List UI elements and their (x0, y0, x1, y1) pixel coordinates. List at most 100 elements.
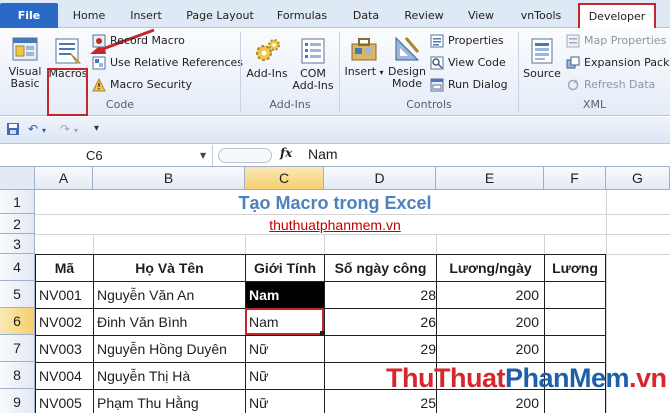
table-cell[interactable]: 29 (325, 336, 436, 362)
tab-developer[interactable]: Developer (578, 3, 656, 29)
table-cell[interactable]: 28 (325, 282, 436, 308)
customize-toolbar-icon[interactable]: ▾ (94, 123, 99, 134)
addins-button[interactable]: Add-Ins (244, 36, 290, 80)
undo-dropdown-icon[interactable]: ▾ (42, 126, 46, 135)
warning-icon (92, 78, 106, 92)
use-relative-references-button[interactable]: Use Relative References (92, 54, 243, 72)
sheet-site-link[interactable]: thuthuatphanmem.vn (35, 216, 635, 234)
fill-handle[interactable] (320, 331, 325, 336)
record-macro-icon (92, 34, 106, 48)
table-cell[interactable]: NV001 (36, 282, 93, 308)
table-header-cell[interactable]: Mã (36, 255, 93, 281)
row-header-7[interactable]: 7 (0, 335, 35, 362)
properties-icon (430, 34, 444, 48)
table-cell[interactable]: 200 (437, 336, 544, 362)
expansion-packs-button[interactable]: Expansion Packs (566, 54, 670, 72)
table-cell[interactable] (545, 336, 605, 362)
redo-dropdown-icon[interactable]: ▾ (74, 126, 78, 135)
tab-insert[interactable]: Insert (122, 5, 170, 28)
properties-button[interactable]: Properties (430, 32, 504, 50)
table-cell[interactable]: Nữ (246, 363, 324, 389)
table-cell[interactable]: Nguyễn Văn An (94, 282, 245, 308)
table-cell[interactable]: 26 (325, 309, 436, 335)
table-cell[interactable] (545, 309, 605, 335)
view-code-button[interactable]: View Code (430, 54, 506, 72)
worksheet-grid[interactable]: A B C D E F G 1 2 3 4 5 6 7 8 9 Tạo Macr… (0, 167, 670, 413)
table-header-cell[interactable]: Giới Tính (246, 255, 324, 281)
tab-view[interactable]: View (460, 5, 502, 28)
row-header-1[interactable]: 1 (0, 190, 35, 214)
tab-page-layout[interactable]: Page Layout (180, 5, 260, 28)
column-header-e[interactable]: E (436, 167, 544, 190)
table-header-cell[interactable]: Lương (545, 255, 605, 281)
macro-security-button[interactable]: Macro Security (92, 76, 192, 94)
name-box[interactable]: C6 ▼ (0, 145, 213, 166)
table-header-cell[interactable]: Lương/ngày (437, 255, 544, 281)
save-icon[interactable] (6, 122, 20, 139)
macro-security-label: Macro Security (110, 78, 192, 91)
com-addins-button[interactable]: COM Add-Ins (292, 36, 334, 92)
table-cell[interactable]: Nguyễn Hồng Duyên (94, 336, 245, 362)
xml-source-icon (531, 38, 553, 64)
table-cell[interactable]: NV003 (36, 336, 93, 362)
use-relative-references-label: Use Relative References (110, 56, 244, 69)
row-header-8[interactable]: 8 (0, 362, 35, 389)
tab-file[interactable]: File (0, 3, 58, 28)
undo-icon[interactable]: ↶ (28, 122, 38, 136)
column-header-b[interactable]: B (93, 167, 245, 190)
addins-label: Add-Ins (246, 67, 288, 80)
table-cell[interactable]: 200 (437, 309, 544, 335)
row-header-4[interactable]: 4 (0, 254, 35, 281)
row-header-5[interactable]: 5 (0, 281, 35, 308)
xml-source-label: Source (523, 67, 561, 80)
column-header-d[interactable]: D (324, 167, 436, 190)
select-all-corner[interactable] (0, 167, 35, 190)
table-cell[interactable]: Nguyễn Thị Hà (94, 363, 245, 389)
table-cell[interactable]: Nữ (246, 390, 324, 413)
sheet-title: Tạo Macro trong Excel (238, 193, 432, 213)
tab-home[interactable]: Home (66, 5, 112, 28)
tab-vntools[interactable]: vnTools (512, 5, 570, 28)
map-properties-button[interactable]: Map Properties (566, 32, 666, 50)
table-header-cell[interactable]: Số ngày công (325, 255, 436, 281)
name-box-dropdown-icon[interactable]: ▼ (200, 145, 206, 166)
insert-control-button[interactable]: Insert ▾ (344, 34, 384, 79)
table-cell[interactable]: NV002 (36, 309, 93, 335)
table-cell[interactable]: Phạm Thu Hằng (94, 390, 245, 413)
column-header-a[interactable]: A (35, 167, 93, 190)
row-header-9[interactable]: 9 (0, 389, 35, 413)
xml-source-button[interactable]: Source (521, 36, 563, 80)
table-header-cell[interactable]: Họ Và Tên (94, 255, 245, 281)
dropdown-arrow-icon: ▾ (379, 68, 384, 77)
ribbon-tab-bar: File Home Insert Page Layout Formulas Da… (0, 0, 670, 29)
map-properties-label: Map Properties (584, 34, 667, 47)
record-macro-button[interactable]: Record Macro (92, 32, 185, 50)
formula-bar-resize-handle[interactable] (218, 148, 272, 163)
map-properties-icon (566, 34, 580, 48)
visual-basic-button[interactable]: Visual Basic (4, 34, 46, 90)
code-group-label: Code (105, 98, 135, 111)
column-header-f[interactable]: F (544, 167, 606, 190)
table-cell[interactable] (545, 282, 605, 308)
tab-data[interactable]: Data (344, 5, 388, 28)
row-header-6[interactable]: 6 (0, 308, 35, 335)
table-cell[interactable]: Nam (246, 282, 324, 308)
design-mode-button[interactable]: Design Mode (386, 34, 428, 90)
insert-function-icon[interactable]: fx (280, 146, 292, 160)
tab-formulas[interactable]: Formulas (270, 5, 334, 28)
gridline (93, 234, 94, 254)
table-cell[interactable]: NV004 (36, 363, 93, 389)
run-dialog-button[interactable]: Run Dialog (430, 76, 508, 94)
formula-input[interactable]: Nam (308, 146, 338, 162)
redo-icon[interactable]: ↷ (60, 122, 70, 136)
tab-review[interactable]: Review (398, 5, 450, 28)
table-cell[interactable]: Đinh Văn Bình (94, 309, 245, 335)
row-header-2[interactable]: 2 (0, 214, 35, 234)
row-header-3[interactable]: 3 (0, 234, 35, 254)
column-header-c[interactable]: C (245, 167, 324, 190)
table-cell[interactable]: 200 (437, 282, 544, 308)
table-cell[interactable]: NV005 (36, 390, 93, 413)
table-cell[interactable]: Nữ (246, 336, 324, 362)
refresh-data-button[interactable]: Refresh Data (566, 76, 655, 94)
column-header-g[interactable]: G (606, 167, 670, 190)
